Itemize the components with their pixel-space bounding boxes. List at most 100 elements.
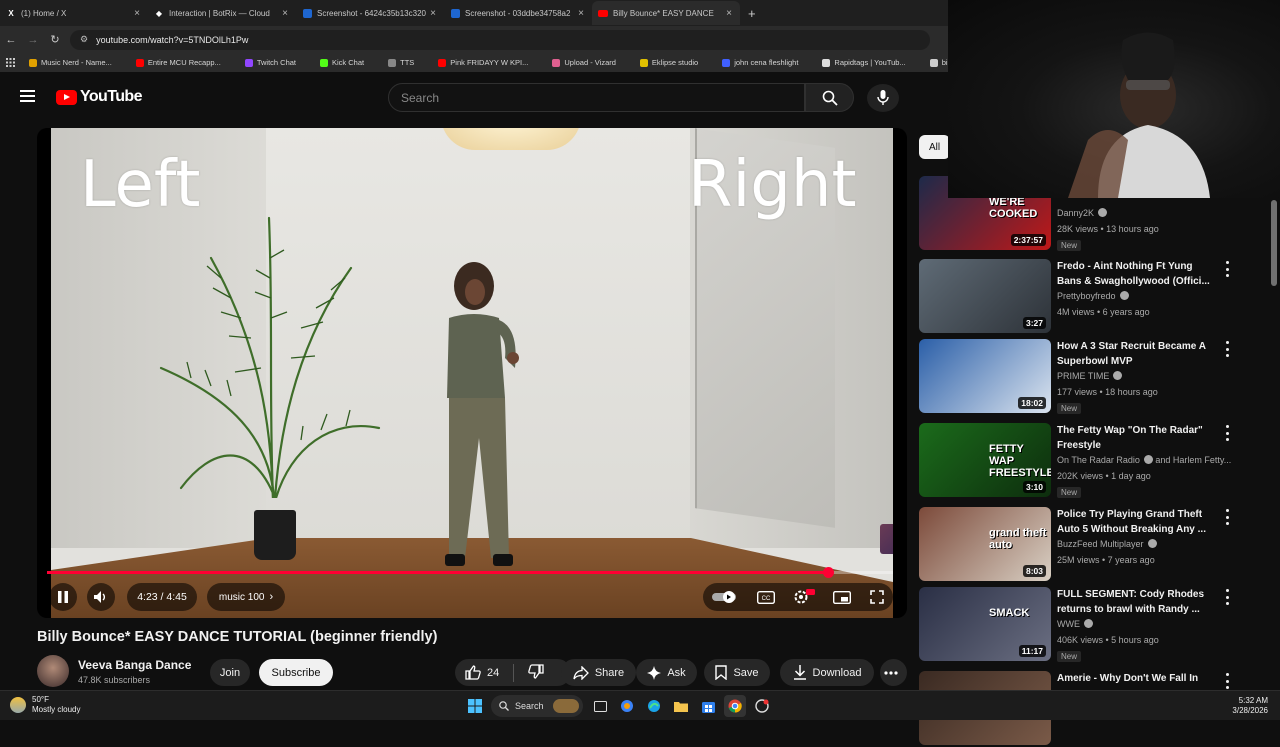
channel-watermark[interactable]	[880, 524, 893, 554]
obs-recording-icon[interactable]	[751, 695, 773, 717]
bookmark-item[interactable]: TTS	[388, 58, 426, 67]
file-explorer-icon[interactable]	[670, 695, 692, 717]
close-tab-icon[interactable]: ×	[724, 8, 734, 19]
join-button[interactable]: Join	[210, 659, 250, 686]
sidebar-scrollbar[interactable]	[1270, 198, 1278, 686]
fullscreen-icon[interactable]	[869, 590, 884, 604]
browser-tab[interactable]: X (1) Home / X ×	[0, 1, 148, 25]
bookmark-item[interactable]: Rapidtags | YouTub...	[822, 58, 917, 67]
more-actions-button[interactable]	[880, 659, 907, 686]
bookmark-item[interactable]: john cena fleshlight	[722, 58, 810, 67]
system-clock[interactable]: 5:32 AM 3/28/2026	[1232, 696, 1268, 716]
more-vertical-icon[interactable]	[1221, 341, 1233, 357]
channel-name[interactable]: Veeva Banga Dance	[78, 658, 191, 672]
more-vertical-icon[interactable]	[1221, 509, 1233, 525]
share-button[interactable]: Share	[561, 659, 636, 686]
miniplayer-icon[interactable]	[833, 590, 852, 604]
address-bar[interactable]: ⚙ youtube.com/watch?v=5TNDOlLh1Pw	[70, 29, 930, 50]
scrubber-handle[interactable]	[822, 567, 834, 578]
related-video-title[interactable]: Fredo - Aint Nothing Ft Yung Bans & Swag…	[1057, 259, 1217, 289]
related-video-item[interactable]: grand theft auto 8:03 Police Try Playing G…	[919, 507, 1249, 583]
taskbar-search[interactable]: Search	[491, 695, 583, 717]
microsoft-store-icon[interactable]	[697, 695, 719, 717]
more-vertical-icon[interactable]	[1221, 425, 1233, 441]
subscribe-button[interactable]: Subscribe	[259, 659, 333, 686]
browser-tab[interactable]: Screenshot - 03ddbe34758a2 ×	[444, 1, 592, 25]
video-player[interactable]: Left Right 4:23 / 4:45 music 100 › CC	[37, 128, 907, 618]
captions-icon[interactable]: CC	[756, 590, 775, 604]
pause-button[interactable]	[49, 583, 77, 611]
chrome-browser-icon[interactable]	[724, 695, 746, 717]
progress-bar[interactable]	[47, 567, 893, 578]
task-view-icon[interactable]	[589, 695, 611, 717]
site-info-icon[interactable]: ⚙	[80, 34, 88, 45]
weather-widget[interactable]: 50°F Mostly cloudy	[10, 695, 80, 715]
video-thumbnail[interactable]: SMACK 11:17	[919, 587, 1051, 661]
close-tab-icon[interactable]: ×	[280, 8, 290, 19]
related-video-item[interactable]: FETTY WAP FREESTYLE 3:10 The Fetty Wap "On…	[919, 423, 1249, 499]
video-thumbnail[interactable]: 18:02	[919, 339, 1051, 413]
close-tab-icon[interactable]: ×	[428, 8, 438, 19]
search-button[interactable]	[805, 83, 854, 112]
apps-grid-icon[interactable]	[6, 58, 15, 67]
channel-name-text: On The Radar Radio	[1057, 455, 1140, 465]
download-button[interactable]: Download	[780, 659, 874, 686]
related-video-item[interactable]: 18:02 How A 3 Star Recruit Became A Super…	[919, 339, 1249, 415]
chapter-button[interactable]: music 100 ›	[207, 583, 285, 611]
download-label: Download	[812, 666, 862, 679]
video-thumbnail[interactable]: FETTY WAP FREESTYLE 3:10	[919, 423, 1051, 497]
forward-arrow-icon[interactable]: →	[22, 34, 44, 46]
related-video-item[interactable]: 3:27 Fredo - Aint Nothing Ft Yung Bans & …	[919, 259, 1249, 335]
more-vertical-icon[interactable]	[1221, 673, 1233, 689]
related-video-title[interactable]: Police Try Playing Grand Theft Auto 5 Wi…	[1057, 507, 1217, 537]
reload-icon[interactable]: ↻	[44, 33, 66, 46]
bookmark-item[interactable]: bih links	[929, 58, 948, 67]
browser-tab[interactable]: ◆ Interaction | BotRix — Cloud ×	[148, 1, 296, 25]
related-video-title[interactable]: Amerie - Why Don't We Fall In	[1057, 671, 1217, 686]
bookmark-item[interactable]: Eklipse studio	[639, 58, 710, 67]
save-button[interactable]: Save	[704, 659, 770, 686]
thumbs-down-icon	[528, 663, 544, 679]
dislike-button[interactable]	[528, 663, 550, 682]
bookmark-item[interactable]: Kick Chat	[320, 58, 376, 67]
screenshot-icon	[450, 8, 460, 18]
video-thumbnail[interactable]: 3:27	[919, 259, 1051, 333]
bookmark-item[interactable]: Twitch Chat	[244, 58, 308, 67]
bookmark-item[interactable]: Pink FRIDAYY W KPI...	[438, 58, 540, 67]
browser-tab[interactable]: Billy Bounce* EASY DANCE ×	[592, 1, 740, 25]
new-badge: New	[1057, 651, 1082, 662]
back-arrow-icon[interactable]: ←	[0, 34, 22, 46]
chip-all[interactable]: All	[919, 135, 950, 159]
related-video-title[interactable]: FULL SEGMENT: Cody Rhodes returns to bra…	[1057, 587, 1217, 617]
bookmark-label: Entire MCU Recapp...	[147, 58, 221, 67]
like-button[interactable]: 24	[465, 665, 499, 680]
browser-tab[interactable]: Screenshot - 6424c35b13c320 ×	[296, 1, 444, 25]
settings-gear-icon[interactable]	[793, 589, 815, 605]
related-video-item[interactable]: SMACK 11:17 FULL SEGMENT: Cody Rhodes retu…	[919, 587, 1249, 663]
bookmark-item[interactable]: Entire MCU Recapp...	[135, 58, 233, 67]
weather-cloudy-icon	[10, 697, 26, 713]
copilot-icon[interactable]	[616, 695, 638, 717]
close-tab-icon[interactable]: ×	[576, 8, 586, 19]
verified-check-icon	[1084, 619, 1093, 628]
bookmark-item[interactable]: Music Nerd - Name...	[29, 58, 124, 67]
search-input[interactable]: Search	[388, 83, 805, 112]
channel-avatar[interactable]	[37, 655, 69, 687]
autoplay-toggle-icon[interactable]	[712, 591, 738, 603]
video-thumbnail[interactable]: grand theft auto 8:03	[919, 507, 1051, 581]
edge-browser-icon[interactable]	[643, 695, 665, 717]
ask-button[interactable]: Ask	[636, 659, 697, 686]
menu-hamburger-icon[interactable]	[20, 90, 35, 102]
more-vertical-icon[interactable]	[1221, 261, 1233, 277]
related-video-title[interactable]: How A 3 Star Recruit Became A Superbowl …	[1057, 339, 1217, 369]
mute-button[interactable]	[87, 583, 115, 611]
start-button[interactable]	[464, 695, 486, 717]
more-vertical-icon[interactable]	[1221, 589, 1233, 605]
close-tab-icon[interactable]: ×	[132, 8, 142, 19]
bookmark-favicon-icon	[244, 58, 253, 67]
new-tab-plus-icon[interactable]: +	[748, 6, 756, 21]
youtube-logo[interactable]: YouTube	[56, 88, 142, 106]
related-video-title[interactable]: The Fetty Wap "On The Radar" Freestyle	[1057, 423, 1217, 453]
voice-search-button[interactable]	[867, 84, 899, 112]
bookmark-item[interactable]: Upload - Vizard	[552, 58, 628, 67]
